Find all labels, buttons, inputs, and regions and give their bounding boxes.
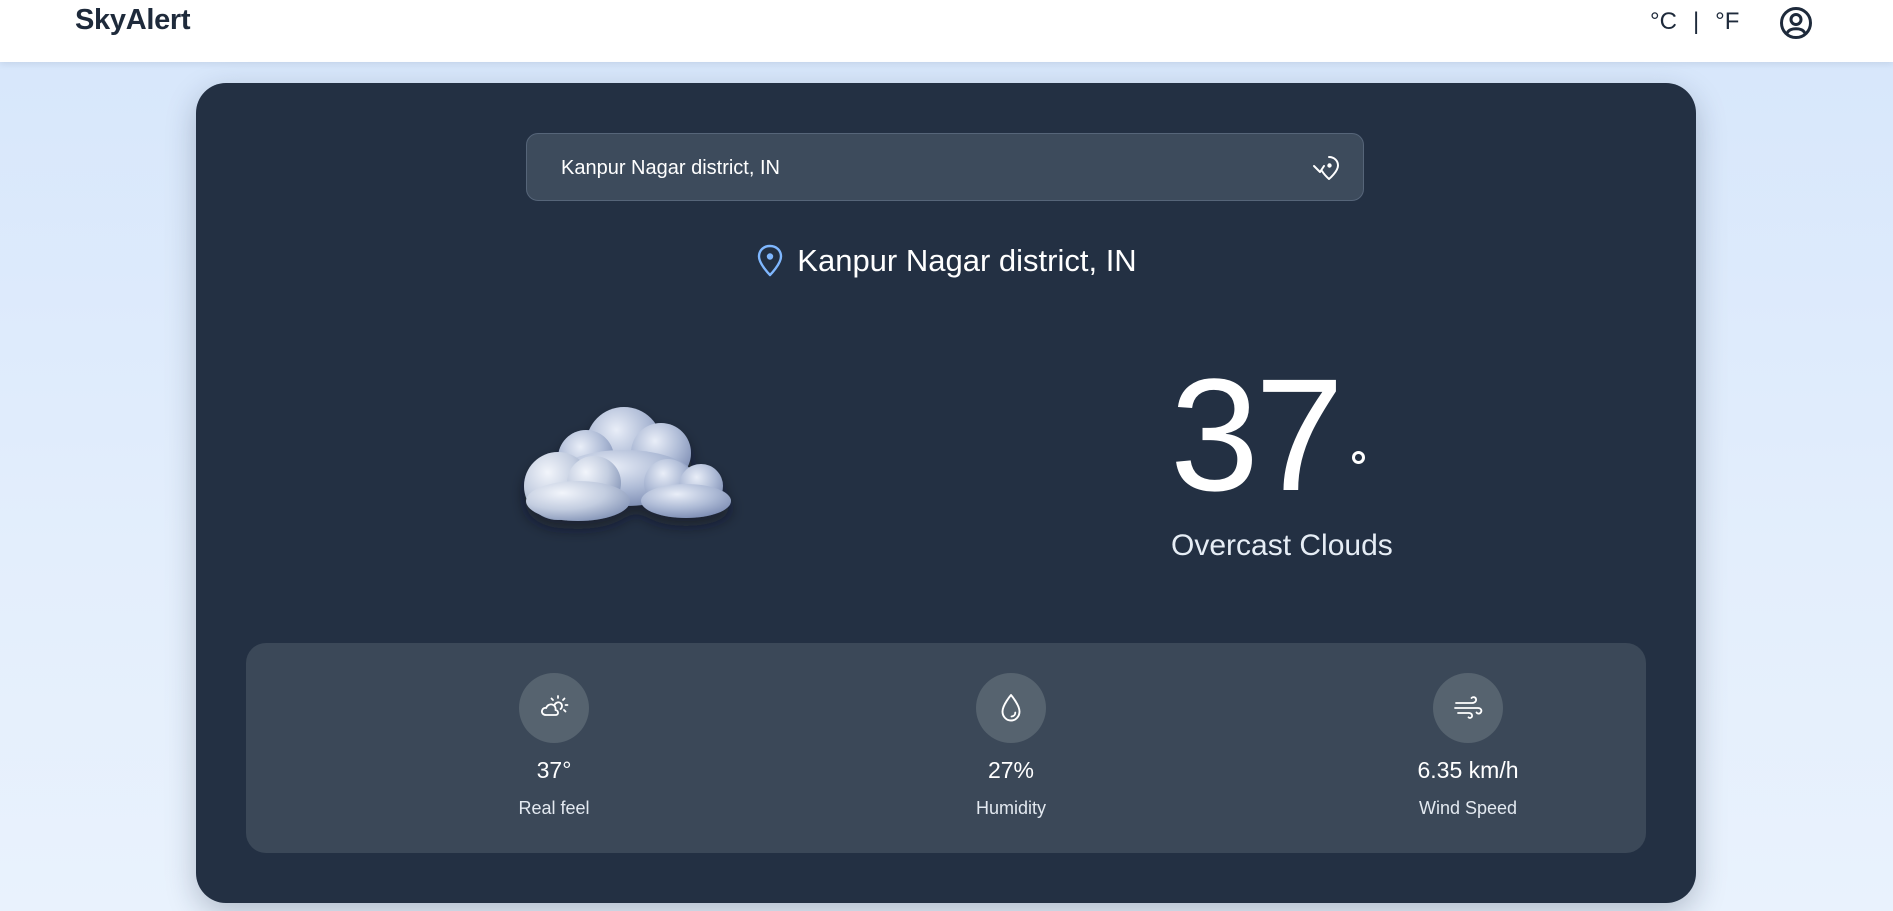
weather-stats-panel: 37° Real feel 27% Humidity 6.35 km/h Win… [246, 643, 1646, 853]
location-name: Kanpur Nagar district, IN [797, 243, 1137, 278]
locate-me-icon[interactable] [1311, 152, 1343, 184]
wind-speed-label: Wind Speed [1418, 798, 1518, 818]
humidity-value: 27% [987, 757, 1035, 783]
unit-toggle: °C | °F [1650, 8, 1739, 36]
real-feel-value: 37° [536, 757, 572, 783]
app-logo[interactable]: SkyAlert [75, 4, 191, 37]
degree-symbol [1352, 451, 1365, 464]
top-navbar: SkyAlert °C | °F [0, 0, 1893, 62]
unit-separator: | [1692, 8, 1700, 35]
cloud-icon [524, 407, 731, 521]
search-input[interactable] [559, 134, 1303, 202]
wind-speed-value: 6.35 km/h [1417, 757, 1519, 783]
location-heading: Kanpur Nagar district, IN [196, 243, 1696, 279]
real-feel-label: Real feel [518, 798, 590, 818]
sun-cloud-icon [519, 673, 589, 743]
humidity-label: Humidity [975, 798, 1046, 818]
fahrenheit-button[interactable]: °F [1715, 8, 1739, 36]
celsius-button[interactable]: °C [1650, 8, 1677, 36]
user-account-icon[interactable] [1779, 6, 1813, 40]
search-box [526, 133, 1364, 202]
stat-wind-speed: 6.35 km/h Wind Speed [1348, 673, 1588, 819]
stat-humidity: 27% Humidity [891, 673, 1131, 819]
map-pin-icon [758, 244, 783, 277]
stat-real-feel: 37° Real feel [434, 673, 674, 819]
weather-condition: Overcast Clouds [1171, 529, 1393, 562]
water-drop-icon [976, 673, 1046, 743]
weather-card: Kanpur Nagar district, IN Kanpur Nagar d… [196, 83, 1696, 903]
wind-icon [1433, 673, 1503, 743]
temperature-value: 37 [1170, 345, 1344, 524]
